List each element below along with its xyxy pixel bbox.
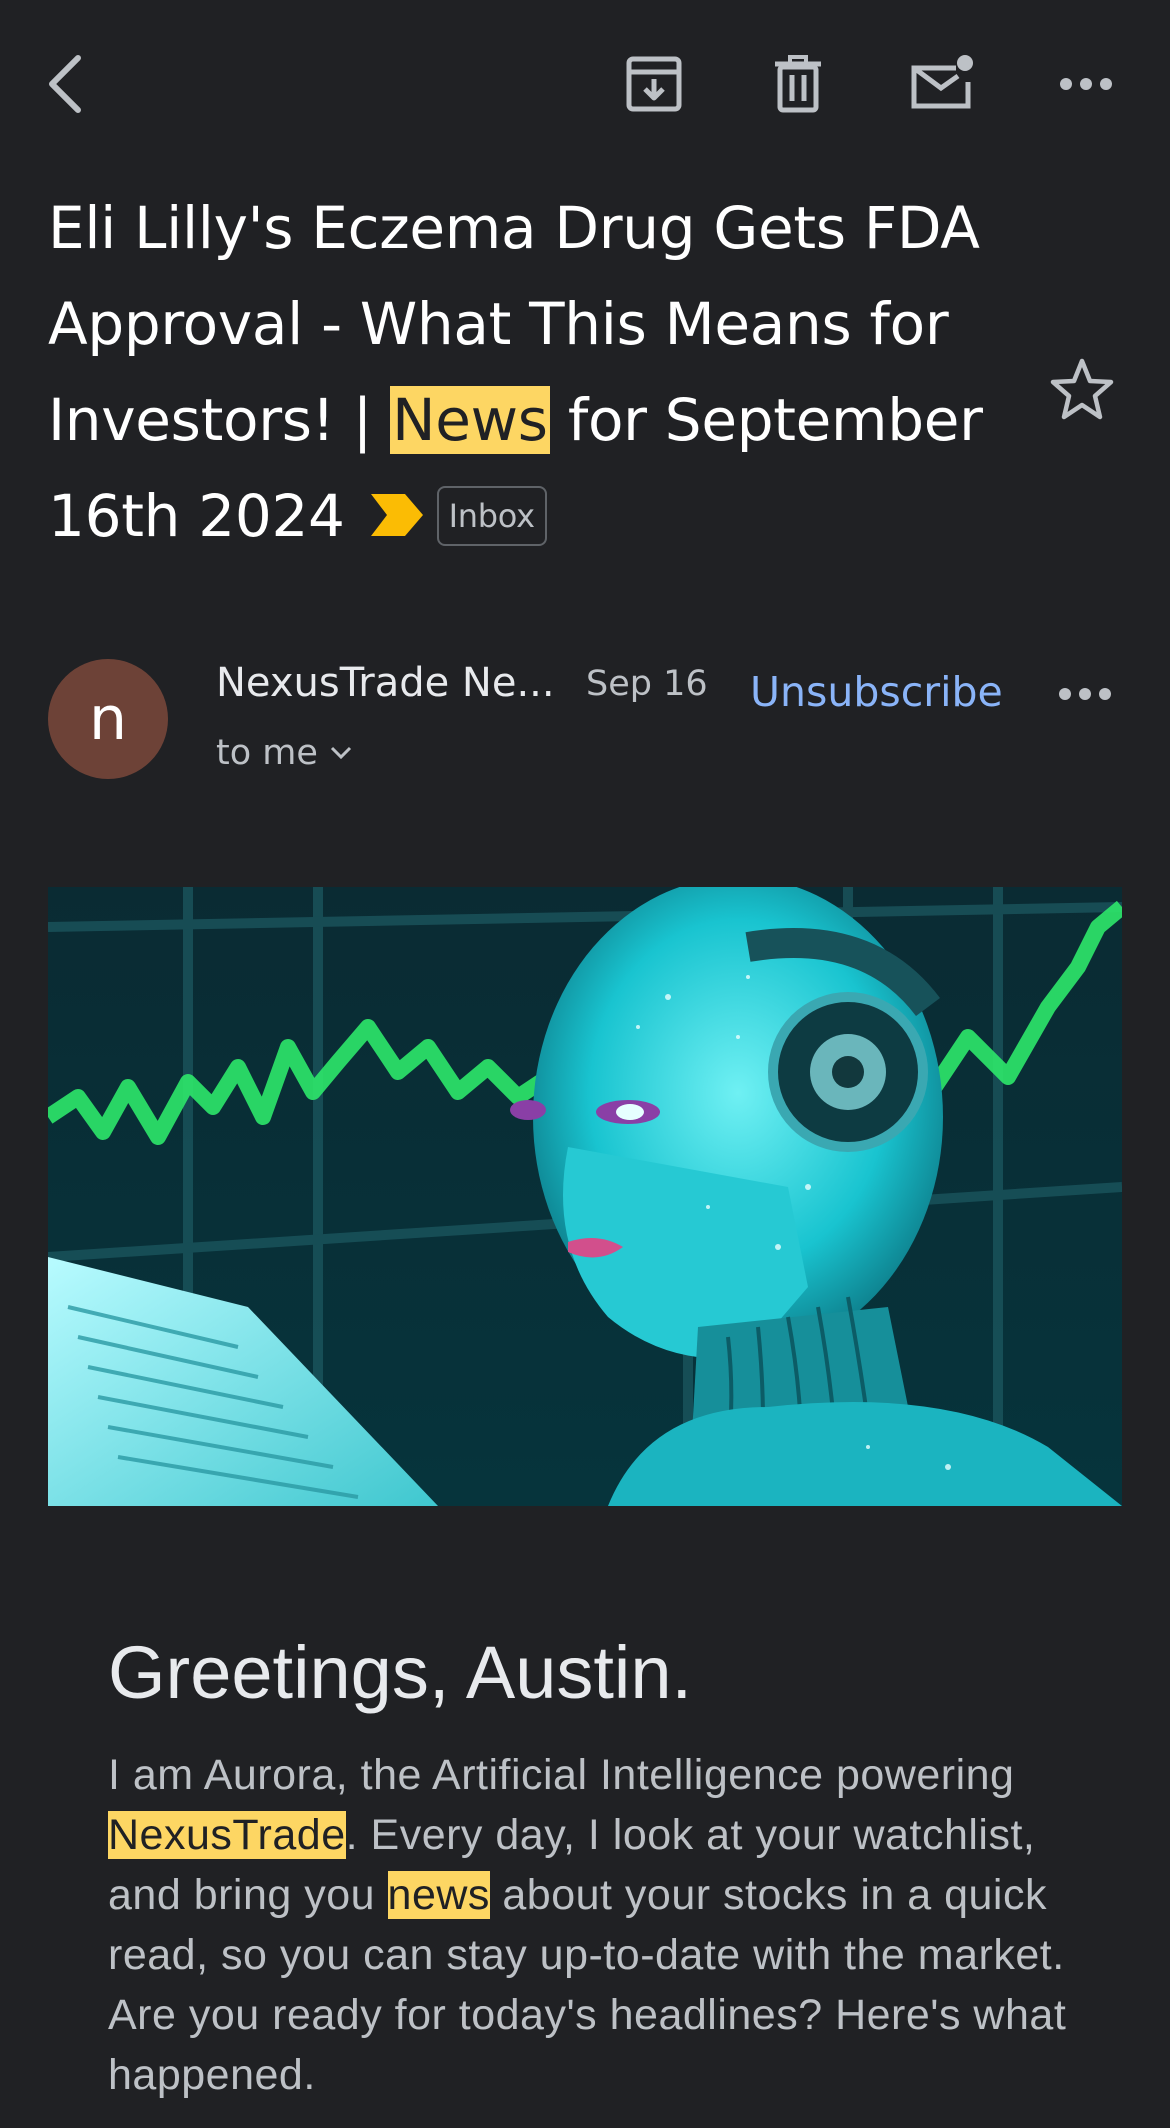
inbox-label-chip[interactable]: Inbox — [436, 485, 547, 546]
intro-text-1: I am Aurora, the Artificial Intelligence… — [108, 1751, 1015, 1799]
importance-marker-icon[interactable] — [370, 468, 423, 564]
intro-paragraph: I am Aurora, the Artificial Intelligence… — [108, 1745, 1078, 2105]
sender-name[interactable]: NexusTrade Ne... — [216, 660, 555, 706]
greeting-heading: Greetings, Austin. — [108, 1631, 693, 1714]
archive-icon — [626, 56, 682, 112]
delete-button[interactable] — [758, 44, 838, 124]
sent-date: Sep 16 — [586, 664, 708, 704]
newsletter-hero-image — [48, 887, 1122, 1506]
more-horizontal-icon — [1060, 78, 1112, 90]
star-outline-icon — [1050, 358, 1114, 420]
mark-unread-button[interactable] — [902, 44, 982, 124]
chevron-down-icon — [330, 746, 351, 760]
search-highlight-nexustrade: NexusTrade — [108, 1811, 346, 1859]
message-more-options-button[interactable] — [1058, 686, 1118, 706]
email-subject: Eli Lilly's Eczema Drug Gets FDA Approva… — [48, 180, 1008, 568]
back-button[interactable] — [26, 44, 106, 124]
unsubscribe-link[interactable]: Unsubscribe — [750, 668, 1003, 716]
recipient-details-toggle[interactable]: to me — [216, 733, 352, 773]
more-options-button[interactable] — [1046, 44, 1126, 124]
chevron-left-icon — [49, 55, 81, 113]
star-button[interactable] — [1050, 358, 1122, 430]
subject-search-highlight: News — [390, 386, 550, 454]
trash-icon — [775, 55, 821, 113]
sender-avatar[interactable]: n — [48, 659, 168, 779]
mail-unread-icon — [911, 55, 973, 109]
more-horizontal-icon — [1059, 688, 1111, 700]
search-highlight-news: news — [387, 1871, 490, 1919]
archive-button[interactable] — [614, 44, 694, 124]
recipient-label: to me — [216, 733, 318, 773]
